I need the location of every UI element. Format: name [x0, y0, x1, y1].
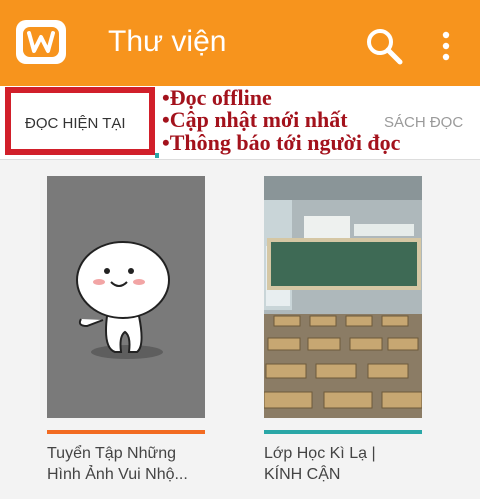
book-progress-bar	[47, 430, 205, 434]
book-title: Tuyển Tập Những Hình Ảnh Vui Nhộ...	[47, 445, 188, 483]
book-card[interactable]: Lớp Học Kì Lạ | KÍNH CẬN	[264, 176, 422, 485]
w-logo-icon[interactable]	[16, 20, 66, 64]
annotation-updates: •Cập nhật mới nhất	[162, 107, 348, 132]
app-bar: Thư viện	[0, 0, 480, 86]
annotation-notifications: •Thông báo tới người đọc	[162, 130, 401, 155]
more-vert-icon[interactable]	[436, 30, 456, 62]
tab-current-reading-label: ĐỌC HIỆN TẠI	[25, 115, 126, 132]
book-card[interactable]: Tuyển Tập Những Hình Ảnh Vui Nhộ...	[47, 176, 205, 485]
book-cover-image[interactable]	[264, 176, 422, 418]
search-icon[interactable]	[364, 26, 404, 66]
app-title: Thư viện	[108, 25, 227, 58]
book-progress-bar	[264, 430, 422, 434]
tab-indicator	[155, 153, 159, 158]
tab-reading-list[interactable]: SÁCH ĐỌC	[384, 114, 463, 131]
book-cover-image[interactable]	[47, 176, 205, 418]
tab-current-reading[interactable]: ĐỌC HIỆN TẠI	[5, 87, 155, 155]
book-title: Lớp Học Kì Lạ | KÍNH CẬN	[264, 445, 376, 483]
